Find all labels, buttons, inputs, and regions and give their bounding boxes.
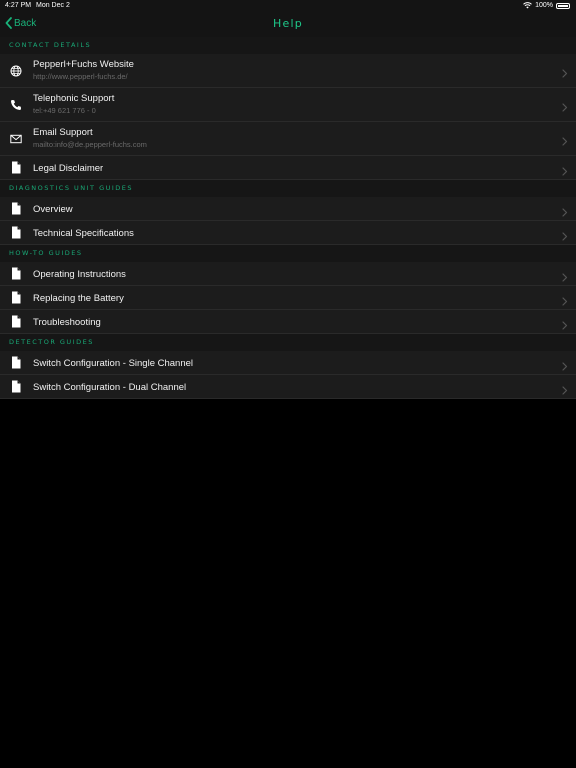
- list-item-subtitle: http://www.pepperl-fuchs.de/: [33, 72, 128, 81]
- navigation-bar: Back Help: [0, 12, 576, 37]
- list-item[interactable]: Switch Configuration - Single Channel: [0, 351, 576, 375]
- chevron-right-icon: [562, 293, 568, 311]
- list-item-title: Legal Disclaimer: [33, 163, 104, 174]
- status-bar: 4:27 PM Mon Dec 2 100%: [0, 0, 576, 12]
- list-item-title: Overview: [33, 204, 73, 215]
- document-icon: [10, 226, 22, 244]
- list-item[interactable]: Troubleshooting: [0, 310, 576, 334]
- list-item-title: Operating Instructions: [33, 269, 126, 280]
- section-header: HOW-TO GUIDES: [0, 245, 576, 262]
- status-date: Mon Dec 2: [36, 2, 70, 9]
- chevron-right-icon: [562, 99, 568, 117]
- chevron-right-icon: [562, 317, 568, 335]
- chevron-right-icon: [562, 133, 568, 151]
- document-icon: [10, 356, 22, 374]
- document-icon: [10, 267, 22, 285]
- chevron-right-icon: [562, 269, 568, 287]
- list-item[interactable]: Pepperl+Fuchs Website http://www.pepperl-…: [0, 54, 576, 88]
- section-header: DETECTOR GUIDES: [0, 334, 576, 351]
- document-icon: [10, 291, 22, 309]
- battery-percent: 100%: [535, 2, 553, 9]
- list-item-title: Technical Specifications: [33, 228, 134, 239]
- list-item-title: Replacing the Battery: [33, 293, 124, 304]
- chevron-right-icon: [562, 382, 568, 400]
- chevron-right-icon: [562, 228, 568, 246]
- battery-icon: [556, 2, 570, 9]
- chevron-right-icon: [562, 204, 568, 222]
- document-icon: [10, 161, 22, 179]
- list-item-subtitle: tel:+49 621 776 - 0: [33, 106, 96, 115]
- document-icon: [10, 380, 22, 398]
- chevron-right-icon: [562, 358, 568, 376]
- page-title: Help: [273, 17, 303, 30]
- status-time: 4:27 PM: [5, 2, 32, 9]
- list-item-title: Switch Configuration - Dual Channel: [33, 382, 187, 393]
- list-item-title: Switch Configuration - Single Channel: [33, 358, 194, 369]
- help-list: CONTACT DETAILS Pepperl+Fuchs Website http…: [0, 37, 576, 399]
- chevron-right-icon: [562, 163, 568, 181]
- list-item[interactable]: Technical Specifications: [0, 221, 576, 245]
- section-header: DIAGNOSTICS UNIT GUIDES: [0, 180, 576, 197]
- list-item-subtitle: mailto:info@de.pepperl-fuchs.com: [33, 140, 147, 149]
- list-item-title: Telephonic Support: [33, 93, 115, 104]
- wifi-icon: [523, 2, 532, 9]
- globe-icon: [10, 64, 22, 82]
- phone-icon: [10, 98, 22, 116]
- list-item[interactable]: Replacing the Battery: [0, 286, 576, 310]
- list-item[interactable]: Overview: [0, 197, 576, 221]
- list-item[interactable]: Legal Disclaimer: [0, 156, 576, 180]
- list-item[interactable]: Switch Configuration - Dual Channel: [0, 375, 576, 399]
- list-item-title: Troubleshooting: [33, 317, 101, 328]
- status-right: 100%: [523, 2, 570, 9]
- list-item[interactable]: Email Support mailto:info@de.pepperl-fuch…: [0, 122, 576, 156]
- list-item[interactable]: Operating Instructions: [0, 262, 576, 286]
- list-item-title: Email Support: [33, 127, 93, 138]
- chevron-right-icon: [562, 65, 568, 83]
- list-item-title: Pepperl+Fuchs Website: [33, 59, 134, 70]
- document-icon: [10, 315, 22, 333]
- document-icon: [10, 202, 22, 220]
- list-item[interactable]: Telephonic Support tel:+49 621 776 - 0: [0, 88, 576, 122]
- section-header: CONTACT DETAILS: [0, 37, 576, 54]
- mail-icon: [10, 132, 22, 150]
